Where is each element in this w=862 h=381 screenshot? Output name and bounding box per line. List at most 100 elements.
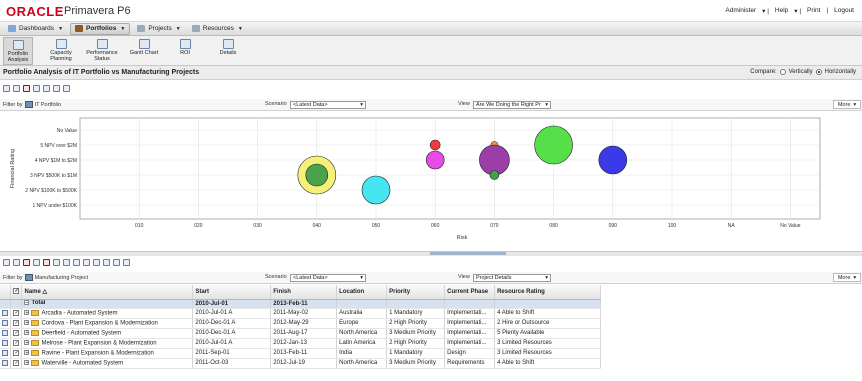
administer-link[interactable]: Administer	[725, 7, 756, 15]
collapse-icon[interactable]: −	[24, 300, 30, 306]
table-row[interactable]: ✓ + Deerfield - Automated System 2010-Dec-0…	[0, 328, 601, 339]
save-as-icon[interactable]	[13, 85, 20, 92]
zoom-icon[interactable]	[63, 85, 70, 92]
outdent-icon[interactable]	[83, 259, 90, 266]
tab-portfolio-analysis[interactable]: Portfolio Analysis	[3, 37, 33, 65]
zoom-icon[interactable]	[123, 259, 130, 266]
print-icon[interactable]	[103, 259, 110, 266]
column-header-current-phase[interactable]: Current Phase	[444, 285, 496, 300]
column-header-resource-rating[interactable]: Resource Rating	[494, 285, 601, 300]
copy-icon[interactable]	[53, 259, 60, 266]
vertically-radio[interactable]	[779, 69, 786, 75]
top-more-button[interactable]: More ▾	[833, 100, 861, 109]
project-details-icon[interactable]	[2, 349, 8, 356]
table-row[interactable]: ✓ + Waterville - Automated System 2011-Oct-…	[0, 358, 601, 369]
top-scenario-select[interactable]: <Latest Data> ▾	[290, 101, 366, 109]
bubble-point	[429, 139, 441, 151]
expand-icon[interactable]: +	[24, 360, 30, 366]
row-checkbox[interactable]: ✓	[13, 349, 20, 356]
tab-capacity-planning[interactable]: Capacity Planning	[44, 37, 78, 65]
cell-start: 2010-Dec-01 A	[192, 318, 272, 329]
save-icon[interactable]	[3, 259, 10, 266]
cell-resource-rating: 4 Able to Shift	[494, 358, 601, 369]
top-filter-by[interactable]: Filter by IT Portfolio	[3, 101, 61, 108]
delete-icon[interactable]	[43, 259, 50, 266]
print-icon[interactable]	[43, 85, 50, 92]
cell-finish: 2011-Aug-17	[270, 328, 338, 339]
project-name[interactable]: Arcadia - Automated System	[41, 310, 117, 316]
expand-icon[interactable]: +	[24, 340, 30, 346]
tab-performance-status[interactable]: Performance Status	[82, 37, 122, 65]
x-tick-label: 090	[609, 223, 618, 229]
add-icon[interactable]	[33, 259, 40, 266]
project-name[interactable]: Cordova - Plant Expansion & Modernizatio…	[41, 320, 157, 326]
menu-portfolios[interactable]: Portfolios ▼	[70, 22, 131, 35]
bottom-filter-by[interactable]: Filter by Manufacturing Project	[3, 274, 88, 281]
table-row[interactable]: ✓ + Cordova - Plant Expansion & Modernizat…	[0, 318, 601, 329]
select-all-header[interactable]: ✓	[10, 285, 23, 300]
top-view-select[interactable]: Are We Doing the Right Pr ▾	[473, 101, 551, 109]
tab-gantt-chart[interactable]: Gantt Chart	[126, 37, 162, 65]
horizontally-radio[interactable]	[815, 69, 822, 75]
expand-icon[interactable]: +	[24, 330, 30, 336]
project-details-icon[interactable]	[2, 329, 8, 336]
bottom-more-button[interactable]: More ▾	[833, 273, 861, 282]
tab-roi[interactable]: ROI	[172, 37, 198, 65]
project-details-icon[interactable]	[2, 309, 8, 316]
cancel-icon[interactable]	[23, 85, 30, 92]
table-header-row: ✓ Name △ Start Finish Location Priority …	[0, 285, 601, 300]
refresh-icon[interactable]	[33, 85, 40, 92]
splitter-handle[interactable]	[430, 252, 506, 255]
column-header-priority[interactable]: Priority	[386, 285, 446, 300]
expand-icon[interactable]: +	[24, 350, 30, 356]
chevron-down-icon: ▾	[360, 275, 363, 281]
y-tick-label: 3 NPV $500K to $1M	[30, 173, 77, 179]
indent-icon[interactable]	[73, 259, 80, 266]
table-row[interactable]: ✓ + Ravine - Plant Expansion & Modernizati…	[0, 348, 601, 359]
project-details-icon[interactable]	[2, 319, 8, 326]
menu-projects[interactable]: Projects ▼	[133, 23, 184, 35]
product-name: Primavera P6	[64, 5, 131, 17]
column-header-location[interactable]: Location	[336, 285, 388, 300]
help-link[interactable]: Help	[775, 7, 788, 15]
customize-icon[interactable]	[53, 85, 60, 92]
row-checkbox[interactable]: ✓	[13, 359, 20, 366]
save-as-icon[interactable]	[13, 259, 20, 266]
customize-icon[interactable]	[113, 259, 120, 266]
row-checkbox[interactable]: ✓	[13, 339, 20, 346]
row-checkbox[interactable]: ✓	[13, 329, 20, 336]
project-name[interactable]: Ravine - Plant Expansion & Modernization	[41, 350, 153, 356]
menu-dashboards[interactable]: Dashboards ▼	[4, 23, 67, 35]
cell-current-phase: Implementati...	[444, 338, 496, 349]
print-link[interactable]: Print	[807, 7, 820, 15]
expand-icon[interactable]: +	[24, 320, 30, 326]
project-name[interactable]: Deerfield - Automated System	[41, 330, 121, 336]
bottom-view-select[interactable]: Project Details ▾	[473, 274, 551, 282]
folder-icon	[31, 319, 40, 326]
column-header-finish[interactable]: Finish	[270, 285, 338, 300]
project-details-icon[interactable]	[2, 359, 8, 366]
expand-icon[interactable]: +	[24, 310, 30, 316]
folder-icon	[31, 309, 40, 316]
project-details-icon[interactable]	[2, 339, 8, 346]
column-header-name[interactable]: Name △	[21, 285, 194, 300]
column-header-start[interactable]: Start	[192, 285, 272, 300]
logout-link[interactable]: Logout	[834, 7, 854, 15]
y-tick-label: 4 NPV $1M to $2M	[35, 158, 77, 164]
tab-details[interactable]: Details	[214, 37, 242, 65]
save-icon[interactable]	[3, 85, 10, 92]
cell-location: Australia	[336, 308, 388, 319]
table-row[interactable]: ✓ + Arcadia - Automated System 2010-Jul-01 …	[0, 308, 601, 319]
select-all-checkbox[interactable]: ✓	[13, 288, 20, 295]
menu-resources[interactable]: Resources ▼	[188, 23, 247, 35]
row-checkbox[interactable]: ✓	[13, 319, 20, 326]
project-name[interactable]: Melrose - Plant Expansion & Modernizatio…	[41, 340, 156, 346]
paste-icon[interactable]	[63, 259, 70, 266]
pane-splitter[interactable]	[0, 251, 862, 256]
row-checkbox[interactable]: ✓	[13, 309, 20, 316]
bottom-scenario-select[interactable]: <Latest Data> ▾	[290, 274, 366, 282]
project-name[interactable]: Waterville - Automated System	[41, 360, 123, 366]
refresh-icon[interactable]	[93, 259, 100, 266]
cancel-icon[interactable]	[23, 259, 30, 266]
table-row[interactable]: ✓ + Melrose - Plant Expansion & Modernizat…	[0, 338, 601, 349]
